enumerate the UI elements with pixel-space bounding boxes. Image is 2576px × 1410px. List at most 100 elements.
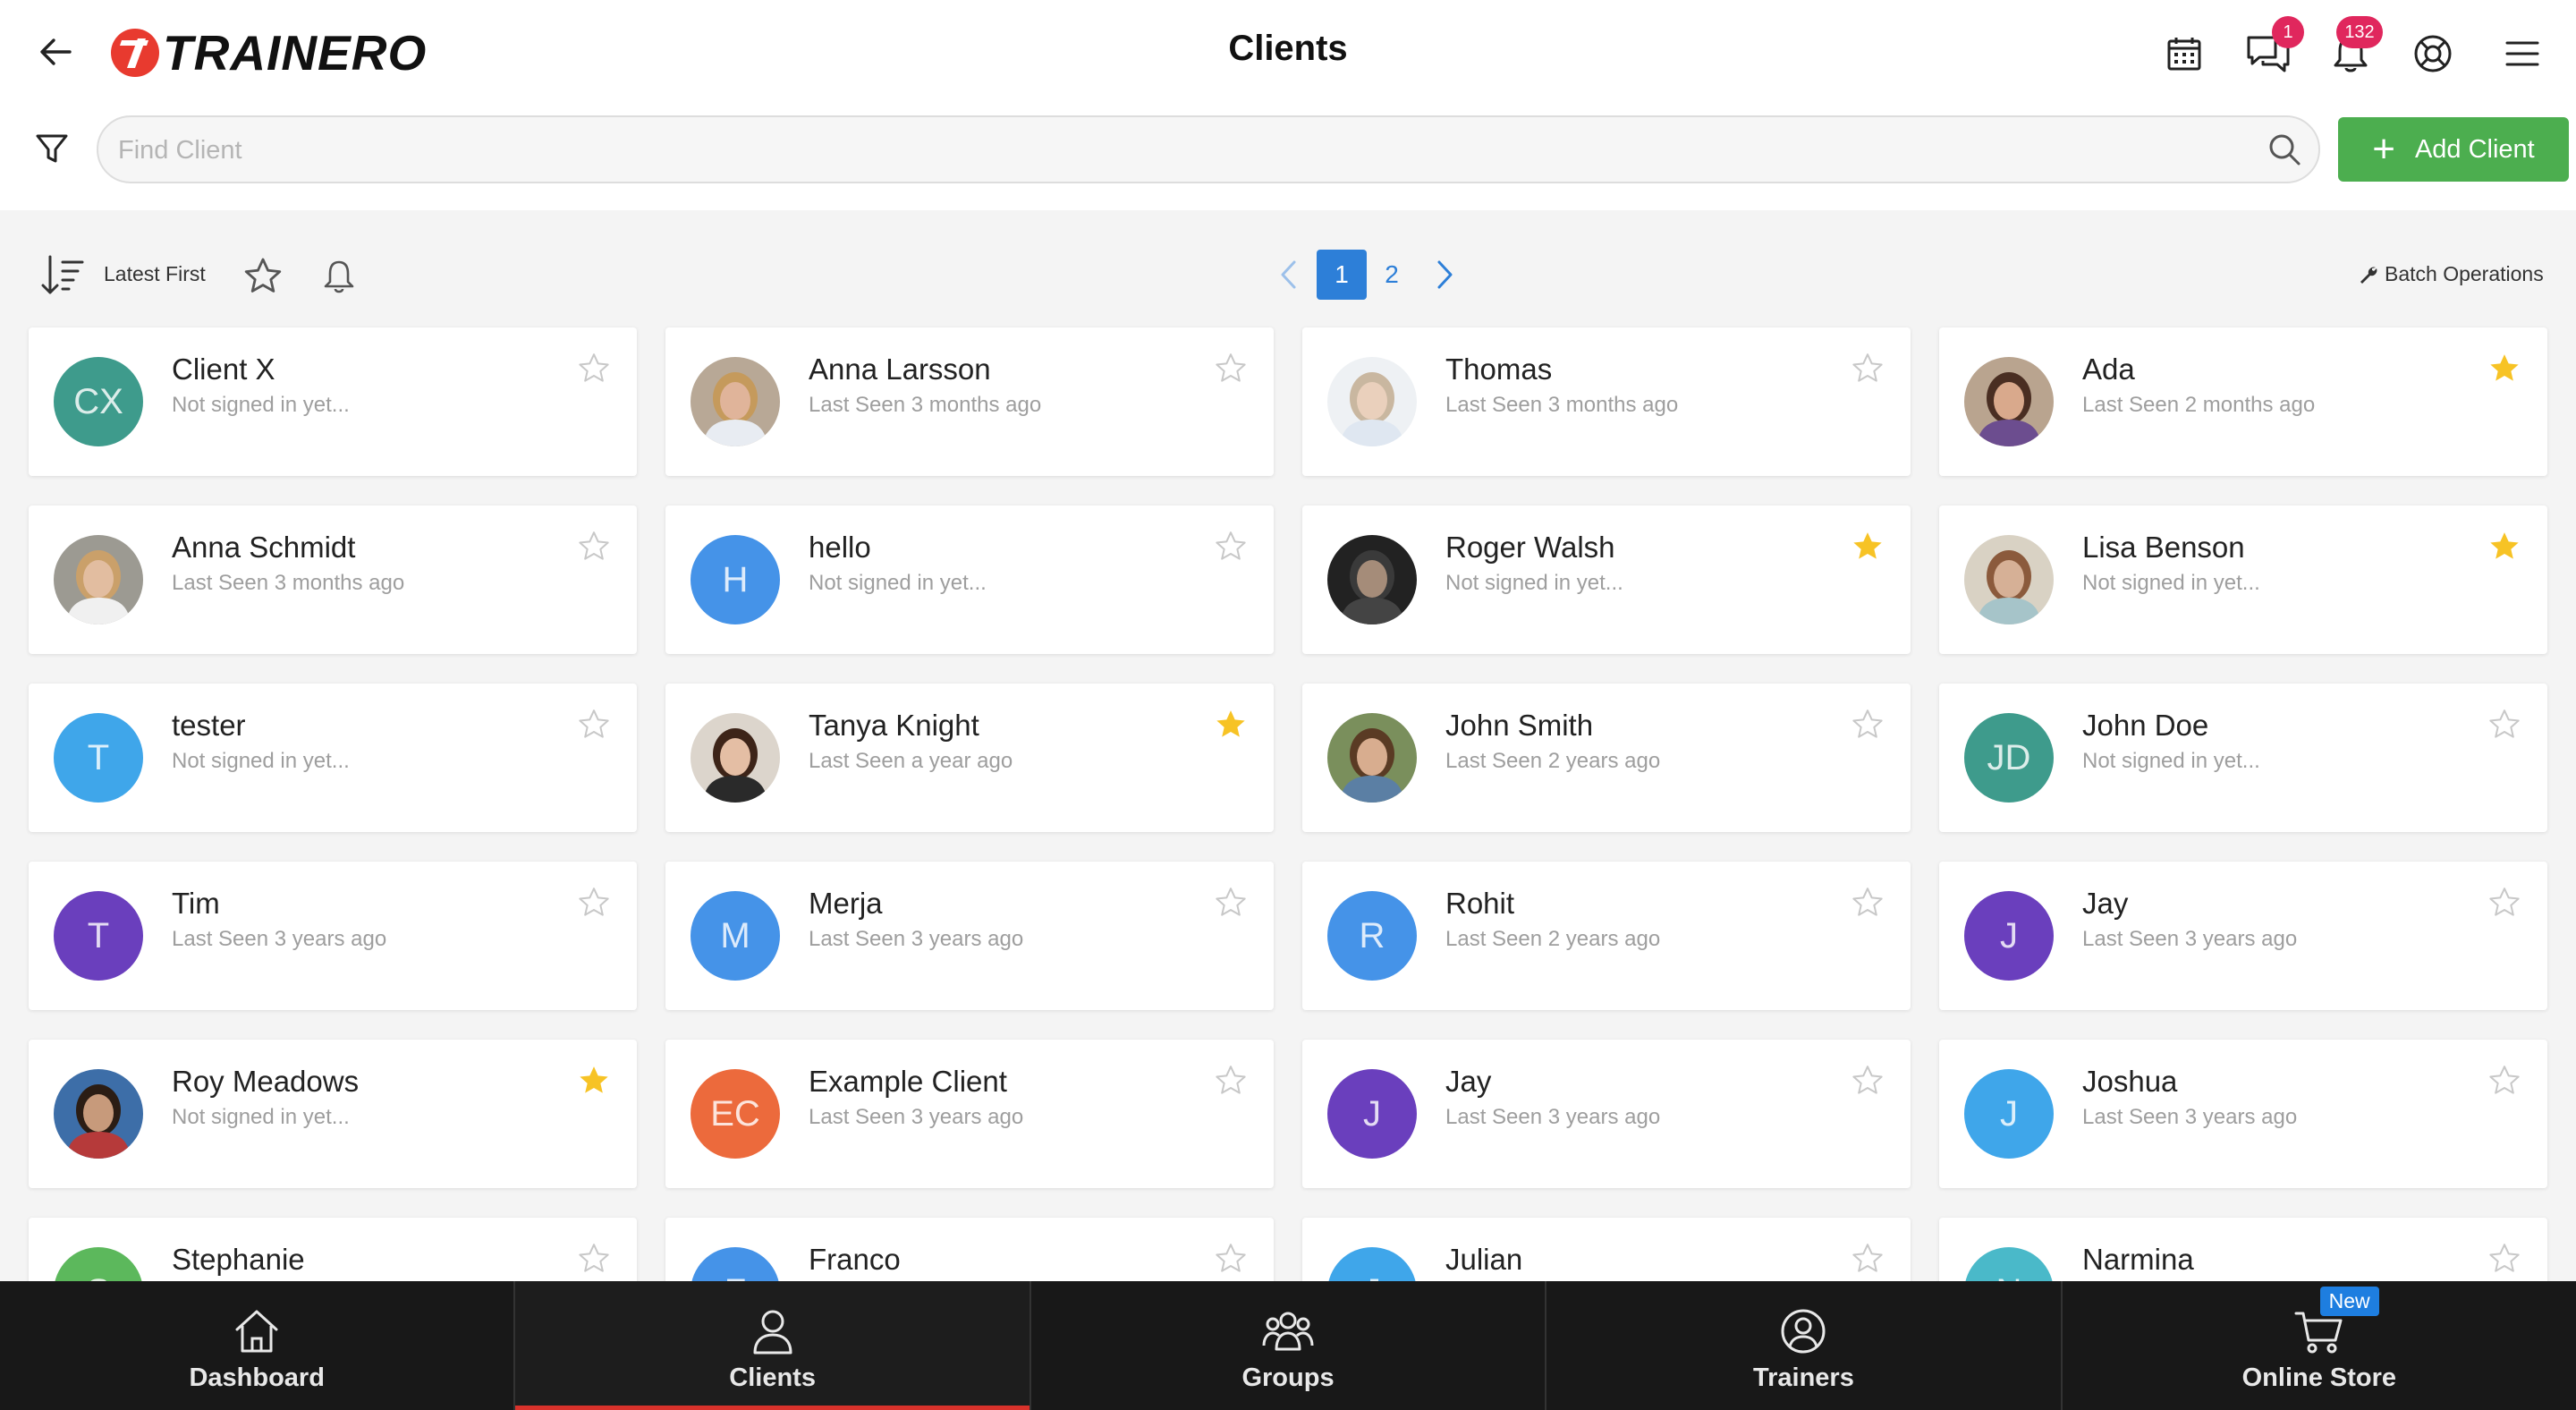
client-card[interactable]: M Merja Last Seen 3 years ago <box>665 862 1274 1010</box>
avatar <box>1327 535 1417 624</box>
sort-icon[interactable] <box>38 253 86 298</box>
nav-clients-label: Clients <box>729 1363 816 1392</box>
favorite-star-icon[interactable] <box>1850 707 1885 743</box>
favorite-star-icon[interactable] <box>2487 529 2522 565</box>
back-button[interactable] <box>30 27 80 77</box>
filter-button[interactable] <box>29 125 75 172</box>
favorite-star-icon[interactable] <box>576 1063 612 1099</box>
messages-badge: 1 <box>2272 16 2304 48</box>
favorite-star-icon[interactable] <box>1850 351 1885 386</box>
client-card[interactable]: J Joshua Last Seen 3 years ago <box>1939 1040 2547 1188</box>
favorite-star-icon[interactable] <box>576 885 612 921</box>
favorite-star-icon[interactable] <box>1213 885 1249 921</box>
nav-groups[interactable]: Groups <box>1029 1281 1545 1410</box>
avatar: M <box>691 891 780 981</box>
search-icon[interactable] <box>2267 132 2302 167</box>
batch-operations-button[interactable]: Batch Operations <box>2358 262 2544 286</box>
help-button[interactable] <box>2406 27 2460 81</box>
batch-operations-label: Batch Operations <box>2385 262 2544 285</box>
favorite-star-icon[interactable] <box>2487 885 2522 921</box>
nav-clients[interactable]: Clients <box>513 1281 1030 1410</box>
favorite-star-icon[interactable] <box>576 1241 612 1277</box>
prev-page-chevron-icon[interactable] <box>1275 257 1302 293</box>
avatar: J <box>1964 1069 2054 1159</box>
favorite-star-icon[interactable] <box>1213 351 1249 386</box>
avatar <box>691 713 780 803</box>
last-seen-status: Last Seen 2 months ago <box>2082 393 2316 417</box>
client-card[interactable]: Ada Last Seen 2 months ago <box>1939 327 2547 476</box>
client-name: Narmina <box>2082 1243 2194 1276</box>
client-card[interactable]: Hhello Not signed in yet... <box>665 505 1274 654</box>
nav-online-store-label: Online Store <box>2241 1363 2397 1392</box>
favorite-star-icon[interactable] <box>2487 707 2522 743</box>
client-name: Lisa Benson <box>2082 531 2245 564</box>
favorite-star-icon[interactable] <box>1213 707 1249 743</box>
new-badge: New <box>2319 1287 2379 1316</box>
messages-button[interactable]: 1 <box>2241 16 2304 81</box>
favorite-star-icon[interactable] <box>1213 1241 1249 1277</box>
avatar <box>54 1069 143 1159</box>
client-card[interactable]: J Jay Last Seen 3 years ago <box>1302 1040 1911 1188</box>
arrow-left-icon <box>40 38 72 65</box>
nav-dashboard[interactable]: Dashboard <box>0 1281 513 1410</box>
favorite-star-icon[interactable] <box>576 707 612 743</box>
client-name: Jay <box>1445 1065 1492 1098</box>
client-card[interactable]: JD John Doe Not signed in yet... <box>1939 684 2547 832</box>
add-client-button[interactable]: + Add Client <box>2338 117 2569 182</box>
client-card[interactable]: EC Example Client Last Seen 3 years ago <box>665 1040 1274 1188</box>
client-name: Jay <box>2082 887 2129 920</box>
favorite-star-icon[interactable] <box>2487 1241 2522 1277</box>
client-card[interactable]: Lisa Benson Not signed in yet... <box>1939 505 2547 654</box>
client-name: Anna Larsson <box>809 352 991 386</box>
menu-button[interactable] <box>2496 27 2549 81</box>
notifications-badge: 132 <box>2336 16 2383 48</box>
client-name: Tanya Knight <box>809 709 979 742</box>
next-page-chevron-icon[interactable] <box>1431 257 1458 293</box>
avatar: J <box>1327 1069 1417 1159</box>
avatar <box>1327 713 1417 803</box>
last-seen-status: Not signed in yet... <box>1445 571 1623 595</box>
app-logo: TRAINERO <box>109 21 427 84</box>
favorite-star-icon[interactable] <box>576 351 612 386</box>
client-card[interactable]: R Rohit Last Seen 2 years ago <box>1302 862 1911 1010</box>
client-card[interactable]: Ttester Not signed in yet... <box>29 684 637 832</box>
client-name: Example Client <box>809 1065 1007 1098</box>
favorite-star-icon[interactable] <box>1213 1063 1249 1099</box>
nav-online-store[interactable]: Online Store New <box>2060 1281 2576 1410</box>
notifications-button[interactable]: 132 <box>2324 16 2383 81</box>
client-card[interactable]: Thomas Last Seen 3 months ago <box>1302 327 1911 476</box>
sort-label[interactable]: Latest First <box>104 262 206 286</box>
favorites-filter-star-icon[interactable] <box>242 255 284 298</box>
search-input[interactable] <box>116 117 2249 183</box>
last-seen-status: Last Seen 3 years ago <box>172 927 387 951</box>
client-card[interactable]: CX Client X Not signed in yet... <box>29 327 637 476</box>
avatar <box>691 357 780 446</box>
client-card[interactable]: T Tim Last Seen 3 years ago <box>29 862 637 1010</box>
page-2-button[interactable]: 2 <box>1367 250 1417 300</box>
last-seen-status: Not signed in yet... <box>809 571 987 595</box>
favorite-star-icon[interactable] <box>1850 885 1885 921</box>
favorite-star-icon[interactable] <box>1213 529 1249 565</box>
favorite-star-icon[interactable] <box>1850 529 1885 565</box>
nav-trainers[interactable]: Trainers <box>1545 1281 2060 1410</box>
avatar <box>1964 535 2054 624</box>
notification-filter-bell-icon[interactable] <box>318 255 360 298</box>
app-header: TRAINERO Clients 1 132 Find Client + Add… <box>0 0 2576 210</box>
favorite-star-icon[interactable] <box>2487 351 2522 386</box>
favorite-star-icon[interactable] <box>2487 1063 2522 1099</box>
client-card[interactable]: Tanya Knight Last Seen a year ago <box>665 684 1274 832</box>
page-1-button[interactable]: 1 <box>1317 250 1367 300</box>
client-card[interactable]: John Smith Last Seen 2 years ago <box>1302 684 1911 832</box>
favorite-star-icon[interactable] <box>576 529 612 565</box>
client-card[interactable]: Roy Meadows Not signed in yet... <box>29 1040 637 1188</box>
avatar-initials: T <box>87 915 110 956</box>
client-card[interactable]: Roger Walsh Not signed in yet... <box>1302 505 1911 654</box>
client-card[interactable]: J Jay Last Seen 3 years ago <box>1939 862 2547 1010</box>
client-name: Ada <box>2082 352 2135 386</box>
favorite-star-icon[interactable] <box>1850 1063 1885 1099</box>
client-card[interactable]: Anna Larsson Last Seen 3 months ago <box>665 327 1274 476</box>
calendar-button[interactable] <box>2157 27 2211 81</box>
client-card[interactable]: Anna Schmidt Last Seen 3 months ago <box>29 505 637 654</box>
client-name: Client X <box>172 352 275 386</box>
favorite-star-icon[interactable] <box>1850 1241 1885 1277</box>
